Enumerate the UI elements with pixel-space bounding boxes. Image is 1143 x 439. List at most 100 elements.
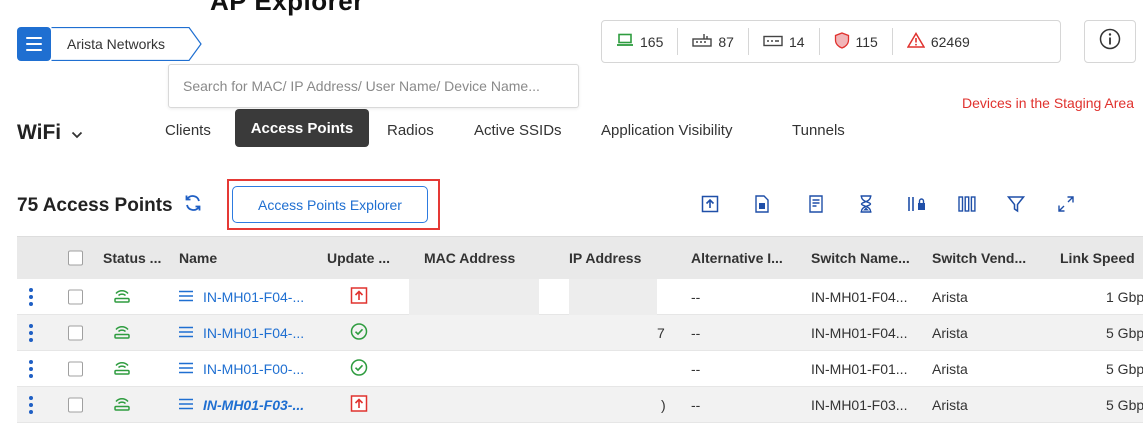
col-link-speed[interactable]: Link Speed [1060,250,1135,266]
stat-switches-value: 87 [718,33,734,50]
link-speed-value: 5 Gbp [1106,360,1143,377]
chevron-down-icon [71,121,83,145]
breadcrumb[interactable]: Arista Networks [51,27,202,61]
stat-clients[interactable]: 165 [602,28,677,55]
switch-name-value: IN-MH01-F03... [811,396,908,413]
row-checkbox[interactable] [68,361,83,376]
col-status[interactable]: Status ... [103,250,161,266]
document-icon[interactable] [752,194,772,214]
col-switch-vendor[interactable]: Switch Vend... [932,250,1026,266]
stat-servers[interactable]: 14 [747,28,819,55]
hamburger-menu-button[interactable] [17,27,51,61]
row-actions-menu[interactable] [29,287,33,306]
tab-clients[interactable]: Clients [165,122,211,139]
table-row[interactable]: IN-MH01-F00-... -- IN-MH01-F01... Arista… [17,351,1143,387]
upgrade-available-icon[interactable] [350,394,368,415]
list-icon [179,289,193,305]
stat-alerts[interactable]: 62469 [891,28,984,55]
expand-icon[interactable] [1056,194,1076,214]
col-alternative-ip[interactable]: Alternative I... [691,250,783,266]
alt-ip-value: -- [691,288,701,305]
col-mac-address[interactable]: MAC Address [424,250,515,266]
filter-icon[interactable] [1006,194,1026,214]
select-all-checkbox[interactable] [68,250,83,266]
row-actions-menu[interactable] [29,359,33,378]
switch-vendor-value: Arista [932,360,968,377]
list-icon [179,397,193,413]
page-heading-cut: AP Explorer [210,0,364,16]
col-update[interactable]: Update ... [327,250,390,266]
access-points-explorer-button[interactable]: Access Points Explorer [232,186,428,223]
column-lock-icon[interactable] [907,194,927,214]
table-row[interactable]: IN-MH01-F04-... -- IN-MH01-F04... Arista… [17,279,1143,315]
info-icon [1099,28,1121,55]
list-icon [179,325,193,341]
row-actions-menu[interactable] [29,323,33,342]
check-circle-icon [350,358,368,379]
redacted-ip [569,279,657,315]
hourglass-icon[interactable] [856,194,876,214]
count-label: 75 Access Points [17,195,173,216]
ap-name-link[interactable]: IN-MH01-F04-... [203,325,304,341]
stat-servers-value: 14 [788,33,805,50]
alt-ip-value: -- [691,324,701,341]
shield-icon [834,31,850,52]
warning-triangle-icon [906,32,926,51]
switch-name-value: IN-MH01-F04... [811,324,908,341]
list-icon [179,361,193,377]
info-button[interactable] [1084,20,1136,63]
table-row[interactable]: 7 IN-MH01-F04-... -- IN-MH01-F04... Aris… [17,315,1143,351]
access-points-count: 75 Access Points [17,193,203,219]
row-checkbox[interactable] [68,289,83,304]
stats-bar: 165 87 14 115 62469 [601,20,1061,63]
table-row[interactable]: ) IN-MH01-F03-... -- IN-MH01-F03... Aris… [17,387,1143,423]
link-speed-value: 1 Gbp [1106,288,1143,305]
link-speed-value: 5 Gbp [1106,396,1143,413]
ap-status-icon [113,287,131,306]
tab-access-points[interactable]: Access Points [235,109,369,147]
tab-active-ssids[interactable]: Active SSIDs [474,122,562,139]
redacted-mac [409,279,539,315]
wifi-label: WiFi [17,121,62,144]
laptop-icon [616,33,634,50]
stat-wips-value: 115 [855,33,878,50]
col-switch-name[interactable]: Switch Name... [811,250,910,266]
tab-radios[interactable]: Radios [387,122,434,139]
switch-vendor-value: Arista [932,324,968,341]
file-list-icon[interactable] [806,194,826,214]
col-name[interactable]: Name [179,250,217,266]
ip-fragment: ) [661,396,666,413]
row-checkbox[interactable] [68,397,83,412]
ap-status-icon [113,359,131,378]
search-input[interactable] [168,64,579,108]
ip-fragment: 7 [657,324,665,341]
alt-ip-value: -- [691,396,701,413]
ap-name-link[interactable]: IN-MH01-F04-... [203,289,304,305]
stat-clients-value: 165 [640,33,664,50]
col-ip-address[interactable]: IP Address [569,250,641,266]
tab-application-visibility[interactable]: Application Visibility [601,122,732,139]
switch-vendor-value: Arista [932,288,968,305]
access-points-table: Status ... Name Update ... MAC Address I… [17,236,1143,423]
switch-name-value: IN-MH01-F04... [811,288,908,305]
ap-name-link[interactable]: IN-MH01-F00-... [203,361,304,377]
staging-area-link[interactable]: Devices in the Staging Area [962,95,1134,111]
ap-status-icon [113,395,131,414]
stat-wips[interactable]: 115 [818,28,892,55]
row-checkbox[interactable] [68,325,83,340]
row-actions-menu[interactable] [29,395,33,414]
tab-tunnels[interactable]: Tunnels [792,122,845,139]
check-circle-icon [350,322,368,343]
switch-name-value: IN-MH01-F01... [811,360,908,377]
wifi-dropdown[interactable]: WiFi [17,121,83,145]
columns-icon[interactable] [957,194,977,214]
server-icon [763,34,783,50]
breadcrumb-label: Arista Networks [67,36,166,52]
refresh-icon[interactable] [183,193,203,219]
stat-switches[interactable]: 87 [677,28,748,55]
table-header: Status ... Name Update ... MAC Address I… [17,237,1143,279]
upload-icon[interactable] [700,194,720,214]
link-speed-value: 5 Gbp [1106,324,1143,341]
upgrade-available-icon[interactable] [350,286,368,307]
ap-name-link[interactable]: IN-MH01-F03-... [203,397,304,413]
